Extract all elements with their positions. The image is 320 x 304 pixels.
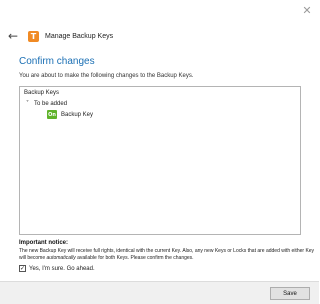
tree-item-label: Backup Key xyxy=(61,111,94,118)
changes-tree: Backup Keys ˅ To be added On Backup Key xyxy=(19,86,301,235)
notice-title: Important notice: xyxy=(19,240,68,246)
notice-text-emphasis: automatically xyxy=(46,255,76,261)
notice-text-part2: available for both Keys. Please confirm … xyxy=(75,255,194,261)
title-bar: ← T Manage Backup Keys xyxy=(8,28,113,44)
save-button[interactable]: Save xyxy=(270,287,310,300)
confirm-checkbox-row[interactable]: ✓ Yes, I'm sure. Go ahead. xyxy=(19,265,95,272)
close-icon[interactable]: ✕ xyxy=(301,5,313,17)
tree-group-label: To be added xyxy=(34,100,68,107)
footer-bar: Save xyxy=(0,281,319,304)
page-title: Confirm changes xyxy=(19,56,95,67)
window-title: Manage Backup Keys xyxy=(45,32,114,40)
confirm-checkbox[interactable]: ✓ xyxy=(19,265,26,272)
tree-root-label: Backup Keys xyxy=(24,90,60,96)
app-logo-icon: T xyxy=(28,30,39,42)
confirm-checkbox-label[interactable]: Yes, I'm sure. Go ahead. xyxy=(29,266,95,272)
intro-text: You are about to make the following chan… xyxy=(19,73,194,79)
chevron-down-icon[interactable]: ˅ xyxy=(26,100,29,107)
tree-group-to-be-added[interactable]: ˅ To be added xyxy=(26,100,67,107)
notice-text: The new Backup Key will receive full rig… xyxy=(19,248,317,262)
back-arrow-icon[interactable]: ← xyxy=(8,29,20,43)
tree-item-backup-key[interactable]: On Backup Key xyxy=(47,110,93,119)
key-icon: On xyxy=(47,110,57,119)
